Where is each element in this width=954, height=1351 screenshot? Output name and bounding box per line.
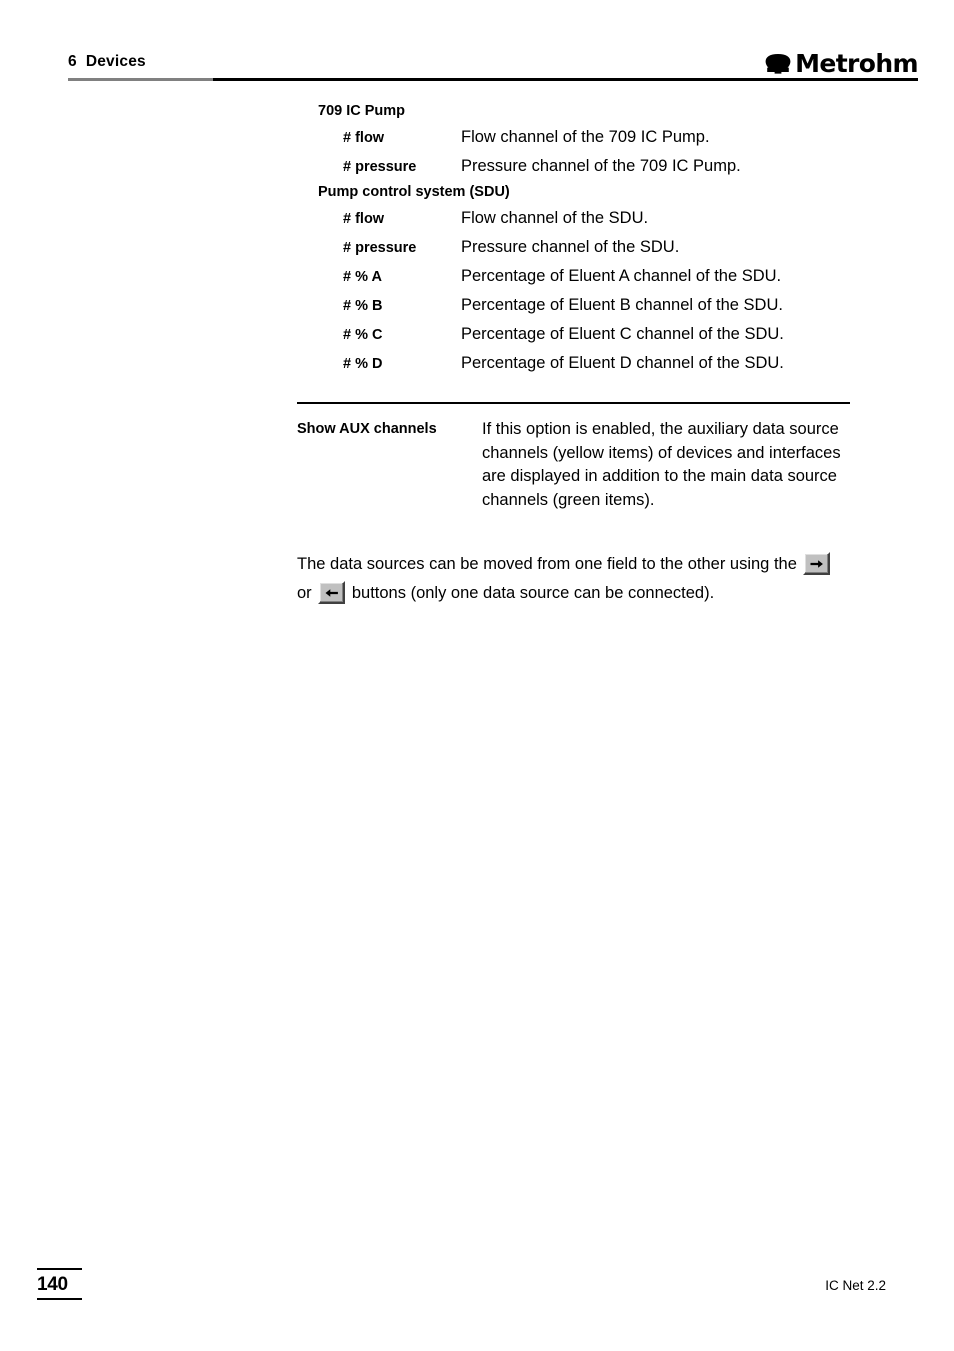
metrohm-logo: Metrohm xyxy=(763,46,919,78)
paragraph-conjunction: or xyxy=(297,584,312,602)
aux-channels-term: Show AUX channels xyxy=(297,421,437,437)
channel-term: # flow xyxy=(343,211,385,227)
channel-description: Pressure channel of the 709 IC Pump. xyxy=(461,157,741,175)
channel-term: # pressure xyxy=(343,159,417,175)
channel-description: Flow channel of the SDU. xyxy=(461,209,649,227)
channel-description: Percentage of Eluent B channel of the SD… xyxy=(461,296,783,314)
channel-row: # % D Percentage of Eluent D channel of … xyxy=(297,349,857,378)
channel-row: # % C Percentage of Eluent C channel of … xyxy=(297,320,857,349)
channel-row: # flow Flow channel of the 709 IC Pump. xyxy=(297,123,857,152)
channel-row: # pressure Pressure channel of the SDU. xyxy=(297,233,857,262)
channel-description: Pressure channel of the SDU. xyxy=(461,238,680,256)
header-divider-black-segment xyxy=(213,78,918,81)
channel-term: # % B xyxy=(343,298,383,314)
channel-row: # % A Percentage of Eluent A channel of … xyxy=(297,262,857,291)
group-heading: Pump control system (SDU) xyxy=(318,184,510,200)
channel-term: # % C xyxy=(343,327,383,343)
move-right-button[interactable] xyxy=(803,552,831,575)
channel-row: # pressure Pressure channel of the 709 I… xyxy=(297,152,857,181)
header-divider xyxy=(68,78,918,81)
aux-channels-definition: Show AUX channels If this option is enab… xyxy=(297,418,857,512)
channel-term: # % D xyxy=(343,356,383,372)
page-content: 709 IC Pump # flow Flow channel of the 7… xyxy=(297,100,857,608)
channel-row: # flow Flow channel of the SDU. xyxy=(297,204,857,233)
arrow-right-icon xyxy=(810,559,823,568)
channel-term: # pressure xyxy=(343,240,417,256)
channel-description: Flow channel of the 709 IC Pump. xyxy=(461,128,710,146)
channel-row: # % B Percentage of Eluent B channel of … xyxy=(297,291,857,320)
move-left-button[interactable] xyxy=(318,581,346,604)
group-heading: 709 IC Pump xyxy=(318,103,406,119)
channel-description: Percentage of Eluent C channel of the SD… xyxy=(461,325,784,343)
channel-term: # flow xyxy=(343,130,385,146)
channel-description: Percentage of Eluent A channel of the SD… xyxy=(461,267,782,285)
page-footer: 140 IC Net 2.2 xyxy=(0,1268,954,1328)
channel-description: Percentage of Eluent D channel of the SD… xyxy=(461,354,784,372)
omega-logo-icon xyxy=(765,54,791,74)
channel-term: # % A xyxy=(343,269,382,285)
paragraph-text-part1: The data sources can be moved from one f… xyxy=(297,555,797,573)
chapter-title: Devices xyxy=(85,53,146,70)
product-name: IC Net 2.2 xyxy=(825,1278,886,1293)
header-divider-gray-segment xyxy=(68,78,213,81)
paragraph-text-part2: buttons (only one data source can be con… xyxy=(351,584,715,602)
aux-channels-description: If this option is enabled, the auxiliary… xyxy=(482,420,841,509)
page-number-container: 140 xyxy=(37,1268,82,1300)
move-data-sources-paragraph: The data sources can be moved from one f… xyxy=(297,550,845,608)
definition-group: Pump control system (SDU) # flow Flow ch… xyxy=(297,181,857,378)
brand-name: Metrohm xyxy=(795,49,919,78)
chapter-number: 6 xyxy=(68,53,77,70)
definition-group: 709 IC Pump # flow Flow channel of the 7… xyxy=(297,100,857,181)
section-divider xyxy=(297,402,850,404)
page-number: 140 xyxy=(37,1274,68,1295)
arrow-left-icon xyxy=(325,588,338,597)
